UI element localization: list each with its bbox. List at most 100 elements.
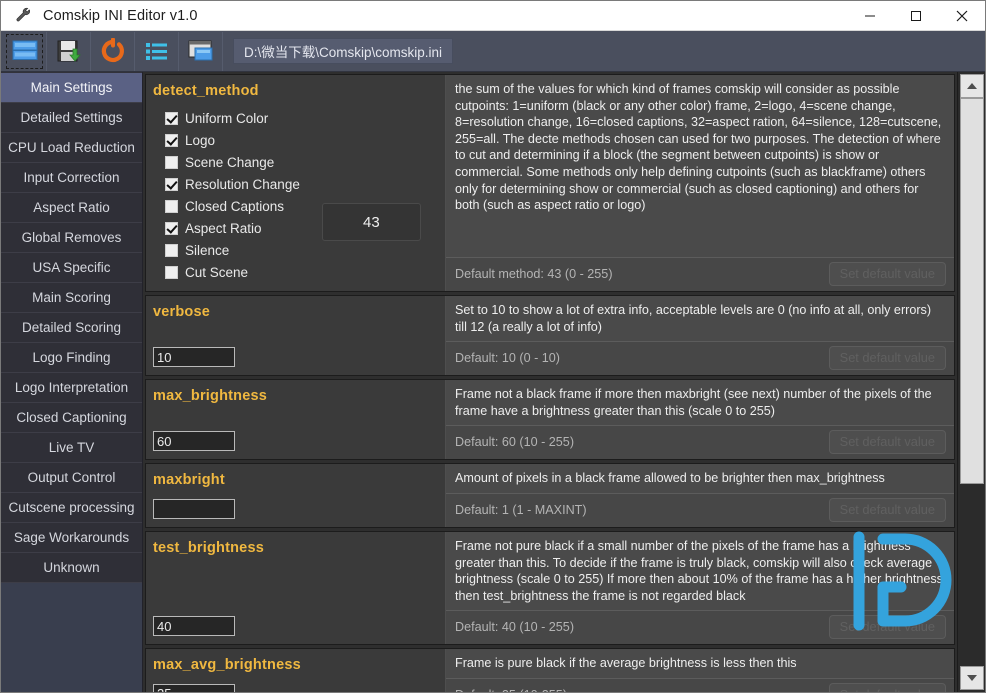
setting-description-area: the sum of the values for which kind of …: [446, 75, 954, 291]
checkbox-row[interactable]: Uniform Color: [153, 107, 300, 129]
sidebar-item-global-removes[interactable]: Global Removes: [1, 223, 142, 253]
setting-row: test_brightness Frame not pure black if a…: [145, 530, 955, 646]
close-button[interactable]: [939, 1, 985, 31]
scrollbar-track[interactable]: [959, 98, 984, 666]
checkbox-label: Scene Change: [185, 154, 275, 170]
sidebar-item-main-settings[interactable]: Main Settings: [1, 73, 142, 103]
checkbox-silence[interactable]: [165, 243, 178, 257]
default-value-text: Default: 10 (0 - 10): [455, 351, 560, 366]
save-file-button[interactable]: [47, 32, 90, 71]
sidebar-item-main-scoring[interactable]: Main Scoring: [1, 283, 142, 313]
checkbox-aspect-ratio[interactable]: [165, 221, 178, 235]
setting-row: detect_method Uniform Color Logo Scene Chan…: [145, 74, 955, 292]
checkbox-row[interactable]: Closed Captions: [153, 195, 300, 217]
maximize-button[interactable]: [893, 1, 939, 31]
setting-description: Set to 10 to show a lot of extra info, a…: [455, 303, 932, 334]
value-input-max_avg_brightness[interactable]: [153, 683, 235, 692]
setting-key-label: max_brightness: [153, 388, 268, 405]
reload-button[interactable]: [91, 32, 134, 71]
chevron-up-icon: [966, 83, 977, 89]
default-value-text: Default: 1 (1 - MAXINT): [455, 502, 587, 517]
checkbox-scene-change[interactable]: [165, 155, 178, 169]
checkbox-label: Logo: [185, 132, 216, 148]
setting-description-area: Frame is pure black if the average brigh…: [446, 649, 954, 692]
set-default-value-button[interactable]: Set default value: [828, 615, 946, 640]
default-value-text: Default method: 43 (0 - 255): [455, 267, 613, 281]
settings-panel: detect_method Uniform Color Logo Scene Chan…: [143, 72, 985, 692]
checkbox-row[interactable]: Resolution Change: [153, 173, 300, 195]
setting-description: the sum of the values for which kind of …: [455, 82, 942, 213]
setting-description: Frame not a black frame if more then max…: [455, 387, 932, 418]
default-value-text: Default: 40 (10 - 255): [455, 620, 575, 635]
set-default-value-button[interactable]: Set default value: [828, 682, 946, 692]
sidebar-item-cutscene-processing[interactable]: Cutscene processing: [1, 493, 142, 523]
sidebar-item-cpu-load-reduction[interactable]: CPU Load Reduction: [1, 133, 142, 163]
value-input-max_brightness[interactable]: [153, 431, 235, 452]
setting-description: Amount of pixels in a black frame allowe…: [455, 471, 885, 486]
setting-description: Frame not pure black if a small number o…: [455, 538, 943, 603]
setting-key-label: verbose: [153, 304, 211, 320]
checkbox-label: Resolution Change: [185, 176, 300, 192]
checkbox-label: Closed Captions: [185, 198, 285, 214]
sidebar-item-closed-captioning[interactable]: Closed Captioning: [1, 403, 142, 433]
sidebar-item-input-correction[interactable]: Input Correction: [1, 163, 142, 193]
scroll-down-button[interactable]: [959, 666, 984, 690]
vertical-scrollbar[interactable]: [957, 72, 985, 692]
sidebar-item-detailed-scoring[interactable]: Detailed Scoring: [1, 313, 142, 343]
toolbar: D:\微当下载\Comskip\comskip.ini: [1, 31, 985, 72]
set-default-value-button[interactable]: Set default value: [828, 262, 946, 286]
ini-path-field[interactable]: D:\微当下载\Comskip\comskip.ini: [233, 38, 454, 64]
setting-description-area: Frame not a black frame if more then max…: [446, 380, 954, 460]
sidebar-item-logo-interpretation[interactable]: Logo Interpretation: [1, 373, 142, 403]
value-input-verbose[interactable]: [153, 347, 235, 368]
default-bar: Default: 40 (10 - 255) Set default value: [446, 610, 954, 645]
minimize-button[interactable]: [847, 1, 893, 31]
sidebar-filler: [1, 583, 142, 692]
set-default-value-button[interactable]: Set default value: [828, 346, 946, 371]
default-value-text: Default: 25 (10-255): [455, 688, 567, 692]
detect-method-value[interactable]: 43: [321, 203, 421, 241]
set-default-value-button[interactable]: Set default value: [828, 497, 946, 522]
chevron-down-icon: [966, 675, 977, 681]
settings-list: detect_method Uniform Color Logo Scene Chan…: [143, 72, 957, 692]
checkbox-row[interactable]: Aspect Ratio: [153, 217, 300, 239]
sidebar-item-detailed-settings[interactable]: Detailed Settings: [1, 103, 142, 133]
setting-row: verbose Set to 10 to show a lot of extra …: [145, 295, 955, 377]
checkbox-label: Aspect Ratio: [185, 220, 262, 236]
checkbox-row[interactable]: Logo: [153, 129, 300, 151]
setting-key-area: max_avg_brightness: [146, 649, 446, 692]
setting-key-area: max_brightness: [146, 380, 446, 460]
set-default-value-button[interactable]: Set default value: [828, 430, 946, 455]
sidebar-item-usa-specific[interactable]: USA Specific: [1, 253, 142, 283]
checkbox-closed-captions[interactable]: [165, 199, 178, 213]
list-view-button[interactable]: [135, 32, 178, 71]
checkbox-uniform-color[interactable]: [165, 111, 178, 125]
checkbox-row[interactable]: Silence: [153, 239, 300, 261]
window-view-button[interactable]: [179, 32, 222, 71]
scrollbar-thumb[interactable]: [959, 98, 984, 485]
sidebar-item-output-control[interactable]: Output Control: [1, 463, 142, 493]
setting-row: max_avg_brightness Frame is pure black if…: [145, 648, 955, 692]
sidebar: Main Settings Detailed Settings CPU Load R…: [1, 72, 143, 692]
setting-key-label: maxbright: [153, 472, 225, 489]
sidebar-item-aspect-ratio[interactable]: Aspect Ratio: [1, 193, 142, 223]
scroll-up-button[interactable]: [959, 74, 984, 98]
sidebar-item-logo-finding[interactable]: Logo Finding: [1, 343, 142, 373]
setting-row: max_brightness Frame not a black frame if…: [145, 379, 955, 461]
toolbar-divider: [222, 31, 223, 71]
setting-row: maxbright Amount of pixels in a black fra…: [145, 463, 955, 528]
checkbox-row[interactable]: Cut Scene: [153, 261, 300, 283]
checkbox-cut-scene[interactable]: [165, 265, 178, 279]
checkbox-resolution-change[interactable]: [165, 177, 178, 191]
checkbox-logo[interactable]: [165, 133, 178, 147]
default-bar: Default: 1 (1 - MAXINT) Set default value: [446, 492, 954, 527]
open-file-button[interactable]: [3, 32, 46, 71]
checkbox-list: Uniform Color Logo Scene Change Resolution …: [153, 105, 300, 283]
value-input-maxbright[interactable]: [153, 498, 235, 519]
sidebar-item-sage-workarounds[interactable]: Sage Workarounds: [1, 523, 142, 553]
sidebar-item-live-tv[interactable]: Live TV: [1, 433, 142, 463]
checkbox-row[interactable]: Scene Change: [153, 151, 300, 173]
value-input-test_brightness[interactable]: [153, 616, 235, 637]
default-bar: Default: 25 (10-255) Set default value: [446, 677, 954, 692]
sidebar-item-unknown[interactable]: Unknown: [1, 553, 142, 583]
